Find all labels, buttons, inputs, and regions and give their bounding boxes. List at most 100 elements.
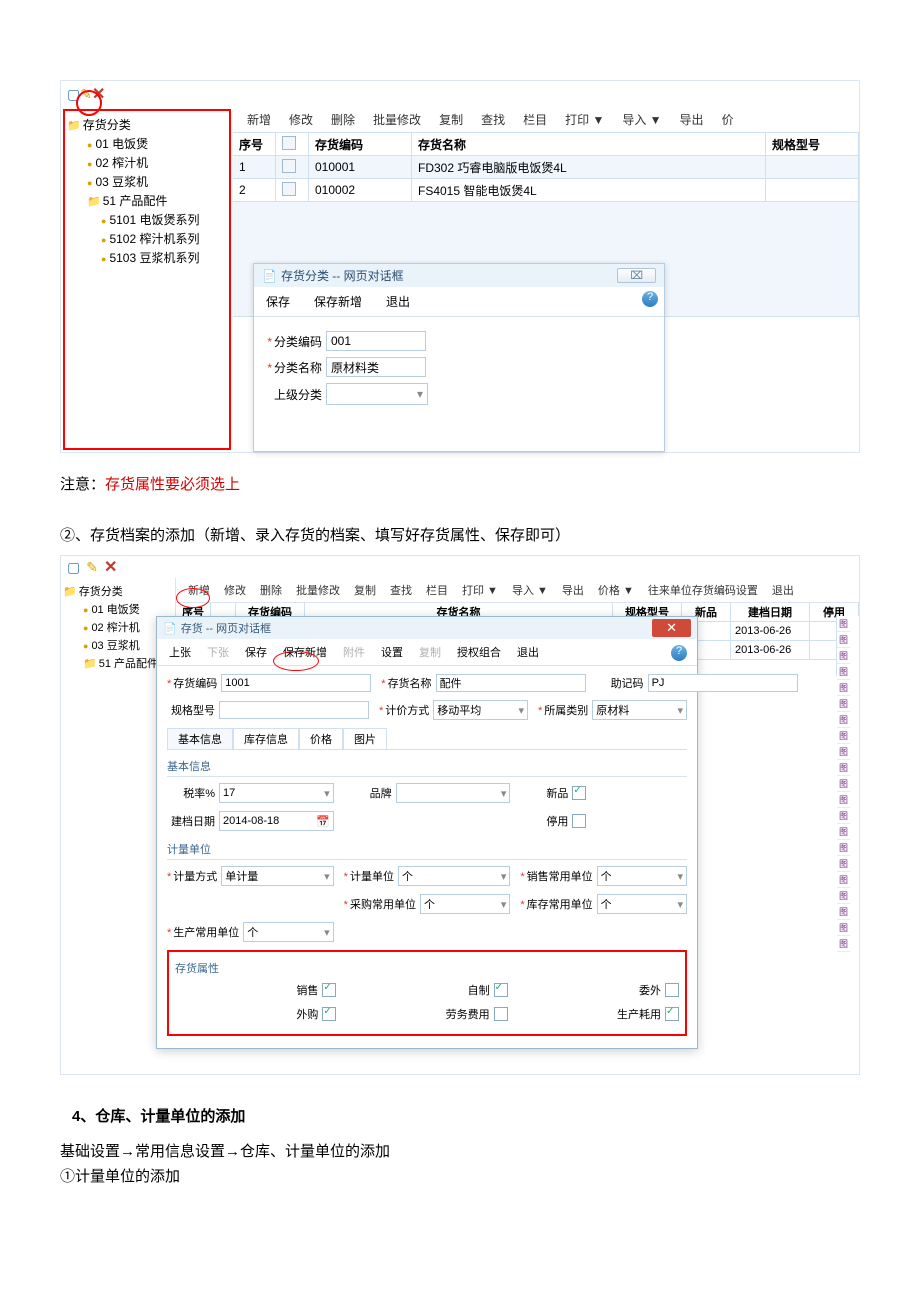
screenshot-1: ▢ ✎ ✕ 存货分类 01 电饭煲 02 榨汁机 03 豆浆机 51 产品配件 … [60, 80, 860, 453]
exit-button[interactable]: 退出 [374, 289, 422, 314]
dialog-title: 📄 存货 -- 网页对话框 ✕ [157, 617, 697, 639]
tb-del[interactable]: 删除 [323, 109, 363, 130]
attr-service-checkbox[interactable] [494, 1007, 508, 1021]
help-icon[interactable]: ? [671, 645, 687, 661]
attribute-box: 存货属性 销售 自制 委外 外购 劳务费用 生产耗用 [167, 950, 687, 1036]
mnem-input[interactable] [648, 674, 798, 692]
name-input[interactable] [326, 357, 426, 377]
date-input[interactable]: 2014-08-18📅 [219, 811, 334, 831]
attr-sale-checkbox[interactable] [322, 983, 336, 997]
tb-exit[interactable]: 退出 [766, 580, 800, 600]
save-button[interactable]: 保存 [254, 289, 302, 314]
tab-price[interactable]: 价格 [299, 728, 343, 749]
tree-item[interactable]: 5101 电饭煲系列 [67, 210, 227, 229]
tree-item[interactable]: 03 豆浆机 [67, 172, 227, 191]
tb-col[interactable]: 栏目 [420, 580, 454, 600]
parent-select[interactable]: ▾ [326, 383, 428, 405]
code-input[interactable] [326, 331, 426, 351]
tb-batch[interactable]: 批量修改 [365, 109, 429, 130]
tb-batch[interactable]: 批量修改 [290, 580, 346, 600]
save-new-button[interactable]: 保存新增 [302, 289, 374, 314]
attr-self-label: 自制 [442, 982, 490, 998]
attr-produse-checkbox[interactable] [665, 1007, 679, 1021]
tb-export[interactable]: 导出 [672, 109, 712, 130]
tb-col[interactable]: 栏目 [515, 109, 555, 130]
tb-edit[interactable]: 修改 [218, 580, 252, 600]
table-row[interactable]: 2 010002FS4015 智能电饭煲4L [233, 179, 859, 202]
tree-item[interactable]: 5102 榨汁机系列 [67, 229, 227, 248]
tree-item[interactable]: 02 榨汁机 [67, 153, 227, 172]
brand-select[interactable]: ▾ [396, 783, 511, 803]
tb-vendor[interactable]: 往来单位存货编码设置 [642, 580, 764, 600]
unit-select[interactable]: 个▾ [398, 866, 510, 886]
tb-import[interactable]: 导入 ▼ [614, 109, 669, 130]
stockunit-select[interactable]: 个▾ [597, 894, 687, 914]
authgroup-button[interactable]: 授权组合 [449, 641, 509, 663]
settings-button[interactable]: 设置 [373, 641, 411, 663]
close-button[interactable]: ✕ [652, 619, 691, 637]
stop-checkbox[interactable] [572, 814, 586, 828]
tab-image[interactable]: 图片 [343, 728, 387, 749]
pricemode-select[interactable]: 移动平均▾ [433, 700, 528, 720]
tb-add[interactable]: 新增 [239, 109, 279, 130]
tb-copy[interactable]: 复制 [431, 109, 471, 130]
cell[interactable] [276, 179, 309, 202]
dialog-close-button[interactable]: ⌧ [617, 268, 656, 283]
prev-button[interactable]: 上张 [161, 641, 199, 663]
tree-item[interactable]: 01 电饭煲 [67, 134, 227, 153]
dialog-toolbar: 保存 保存新增 退出 ? [254, 287, 664, 317]
cell: 2013-06-26 [731, 641, 810, 660]
body-text-2: ①计量单位的添加 [60, 1165, 860, 1186]
produnit-select[interactable]: 个▾ [243, 922, 333, 942]
code-label: 存货编码 [167, 675, 217, 691]
titlebar-icons: ▢ ✎ ✕ [61, 81, 859, 107]
tab-stock[interactable]: 库存信息 [233, 728, 299, 749]
name-input[interactable] [436, 674, 586, 692]
buyunit-select[interactable]: 个▾ [420, 894, 510, 914]
tb-print[interactable]: 打印 ▼ [557, 109, 612, 130]
code-label: 分类编码 [264, 333, 322, 350]
tb-del[interactable]: 删除 [254, 580, 288, 600]
tree-root[interactable]: 存货分类 [63, 582, 173, 600]
spec-input[interactable] [219, 701, 369, 719]
attr-buy-checkbox[interactable] [322, 1007, 336, 1021]
attr-outsrc-checkbox[interactable] [665, 983, 679, 997]
tree-root[interactable]: 存货分类 [67, 115, 227, 134]
exit-button[interactable]: 退出 [509, 641, 547, 663]
table-row[interactable]: 1 010001FD302 巧睿电脑版电饭煲4L [233, 156, 859, 179]
tb-edit[interactable]: 修改 [281, 109, 321, 130]
tax-select[interactable]: 17▾ [219, 783, 334, 803]
save-button[interactable]: 保存 [237, 641, 275, 663]
tree-item[interactable]: 5103 豆浆机系列 [67, 248, 227, 267]
new-checkbox[interactable] [572, 786, 586, 800]
attr-self-checkbox[interactable] [494, 983, 508, 997]
help-icon[interactable]: ? [642, 291, 658, 307]
tb-copy[interactable]: 复制 [348, 580, 382, 600]
cell[interactable] [276, 156, 309, 179]
tb-find[interactable]: 查找 [473, 109, 513, 130]
tb-price[interactable]: 价格 ▼ [592, 580, 640, 600]
tb-import[interactable]: 导入 ▼ [506, 580, 554, 600]
new-icon: ▢ [67, 559, 80, 576]
tb-print[interactable]: 打印 ▼ [456, 580, 504, 600]
saleunit-label: 销售常用单位 [520, 868, 592, 884]
stop-label: 停用 [520, 813, 568, 829]
code-input[interactable] [221, 674, 371, 692]
measmode-label: 计量方式 [167, 868, 217, 884]
tb-price[interactable]: 价 [714, 109, 742, 130]
body-text-1: 基础设置→常用信息设置→仓库、计量单位的添加 [60, 1140, 860, 1161]
stockunit-label: 库存常用单位 [520, 896, 592, 912]
saleunit-select[interactable]: 个▾ [597, 866, 687, 886]
attach-button: 附件 [335, 641, 373, 663]
tree-sub[interactable]: 51 产品配件 [67, 191, 227, 210]
category-select[interactable]: 原材料▾ [592, 700, 687, 720]
section-attr: 存货属性 [175, 958, 679, 978]
parent-label: 上级分类 [264, 386, 322, 403]
tb-export[interactable]: 导出 [556, 580, 590, 600]
tb-find[interactable]: 查找 [384, 580, 418, 600]
tax-label: 税率% [167, 785, 215, 801]
tab-basic[interactable]: 基本信息 [167, 728, 233, 749]
measmode-select[interactable]: 单计量▾ [221, 866, 333, 886]
edit-icon: ✎ [86, 559, 98, 576]
close-icon: ✕ [104, 557, 117, 577]
